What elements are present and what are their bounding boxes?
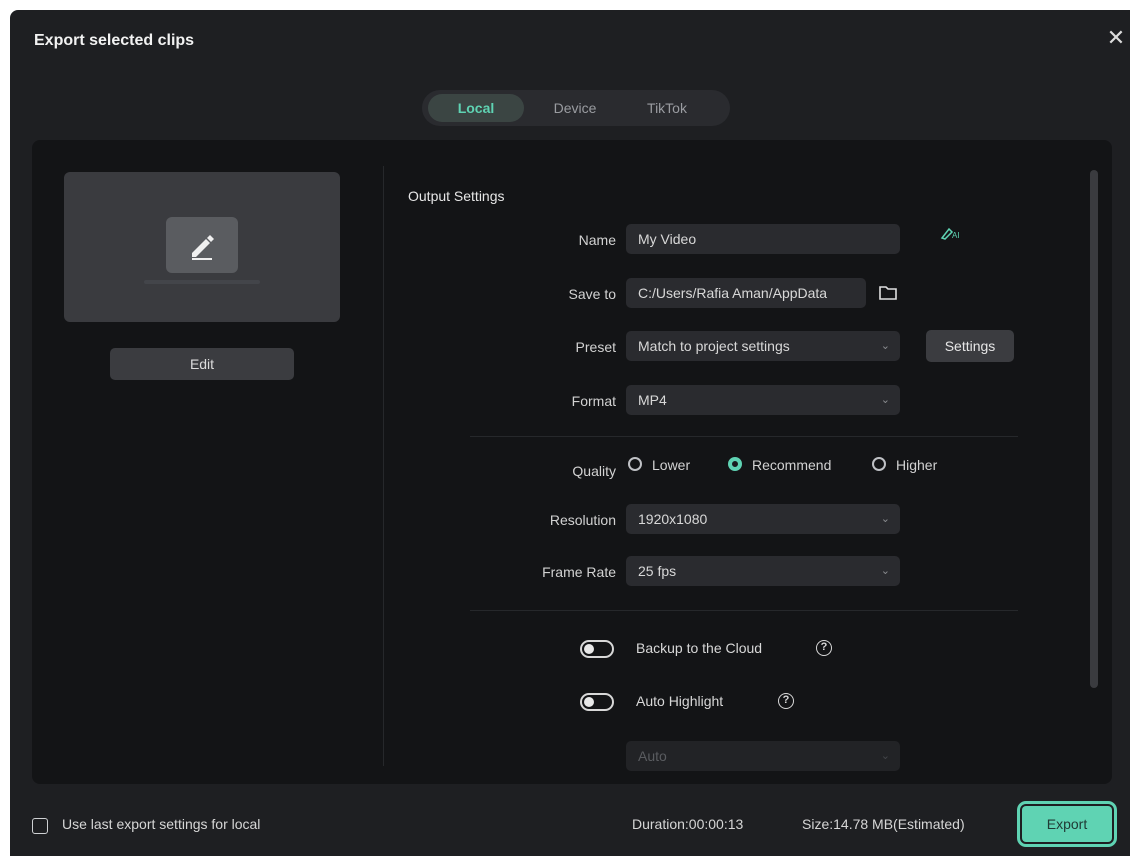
preset-label: Preset bbox=[575, 339, 616, 355]
save-to-label: Save to bbox=[568, 286, 616, 302]
folder-icon[interactable] bbox=[878, 284, 898, 302]
quality-higher-radio[interactable]: Higher bbox=[872, 456, 962, 476]
duration-text: Duration:00:00:13 bbox=[632, 816, 744, 832]
auto-highlight-label: Auto Highlight bbox=[636, 693, 724, 709]
chevron-down-icon: ⌄ bbox=[880, 340, 890, 352]
export-dialog: Export selected clips ✕ Local Device Tik… bbox=[10, 10, 1130, 856]
quality-recommend-radio[interactable]: Recommend bbox=[728, 456, 864, 476]
chevron-down-icon: ⌄ bbox=[880, 394, 890, 406]
resolution-label: Resolution bbox=[549, 512, 616, 528]
radio-selected-icon bbox=[728, 457, 742, 471]
backup-cloud-label: Backup to the Cloud bbox=[636, 640, 763, 656]
format-dropdown[interactable]: MP4 ⌄ bbox=[626, 385, 900, 415]
use-last-settings-checkbox[interactable] bbox=[32, 818, 48, 834]
chevron-down-icon: ⌄ bbox=[880, 513, 890, 525]
auto-highlight-dropdown: Auto ⌄ bbox=[626, 741, 900, 771]
name-input[interactable]: My Video bbox=[626, 224, 900, 254]
svg-text:AI: AI bbox=[952, 231, 960, 240]
frame-rate-label: Frame Rate bbox=[542, 564, 616, 580]
format-label: Format bbox=[571, 393, 616, 409]
quality-lower-radio[interactable]: Lower bbox=[628, 456, 718, 476]
pencil-icon bbox=[192, 235, 214, 260]
quality-label: Quality bbox=[572, 463, 616, 479]
close-icon[interactable]: ✕ bbox=[1104, 26, 1128, 50]
section-divider bbox=[470, 610, 1018, 611]
ai-rename-icon[interactable]: AI bbox=[940, 226, 962, 243]
toggle-knob bbox=[584, 644, 594, 654]
save-to-path-field[interactable]: C:/Users/Rafia Aman/AppData bbox=[626, 278, 866, 308]
tab-local[interactable]: Local bbox=[428, 94, 524, 122]
export-tabs: Local Device TikTok bbox=[422, 90, 730, 126]
format-value: MP4 bbox=[638, 392, 667, 408]
settings-scrollbar[interactable] bbox=[1090, 170, 1098, 688]
resolution-dropdown[interactable]: 1920x1080 ⌄ bbox=[626, 504, 900, 534]
chevron-down-icon: ⌄ bbox=[880, 750, 890, 762]
panel-divider bbox=[383, 166, 384, 766]
section-divider bbox=[470, 436, 1018, 437]
tab-device[interactable]: Device bbox=[530, 94, 620, 122]
use-last-settings-label: Use last export settings for local bbox=[62, 816, 261, 832]
dialog-title: Export selected clips bbox=[34, 32, 195, 49]
resolution-value: 1920x1080 bbox=[638, 511, 708, 527]
preset-dropdown[interactable]: Match to project settings ⌄ bbox=[626, 331, 900, 361]
output-settings-title: Output Settings bbox=[408, 188, 505, 204]
video-thumbnail bbox=[64, 172, 340, 322]
save-to-value: C:/Users/Rafia Aman/AppData bbox=[638, 285, 828, 301]
preset-value: Match to project settings bbox=[638, 338, 790, 354]
help-icon[interactable]: ? bbox=[778, 693, 794, 709]
toggle-knob bbox=[584, 697, 594, 707]
auto-highlight-toggle[interactable] bbox=[580, 693, 614, 711]
radio-icon bbox=[872, 457, 886, 471]
backup-cloud-toggle[interactable] bbox=[580, 640, 614, 658]
tab-tiktok[interactable]: TikTok bbox=[622, 94, 712, 122]
edit-button[interactable]: Edit bbox=[110, 348, 294, 380]
name-value: My Video bbox=[638, 231, 697, 247]
name-label: Name bbox=[578, 232, 616, 248]
export-content-panel: Edit Output Settings Name My Video AI Sa… bbox=[32, 140, 1112, 784]
settings-button[interactable]: Settings bbox=[926, 330, 1014, 362]
frame-rate-value: 25 fps bbox=[638, 563, 677, 579]
frame-rate-dropdown[interactable]: 25 fps ⌄ bbox=[626, 556, 900, 586]
help-icon[interactable]: ? bbox=[816, 640, 832, 656]
auto-value: Auto bbox=[638, 748, 667, 764]
edit-thumbnail-button[interactable] bbox=[166, 217, 238, 273]
thumbnail-shadow bbox=[144, 280, 260, 284]
radio-icon bbox=[628, 457, 642, 471]
size-text: Size:14.78 MB(Estimated) bbox=[802, 816, 965, 832]
export-button[interactable]: Export bbox=[1017, 801, 1117, 847]
chevron-down-icon: ⌄ bbox=[880, 565, 890, 577]
